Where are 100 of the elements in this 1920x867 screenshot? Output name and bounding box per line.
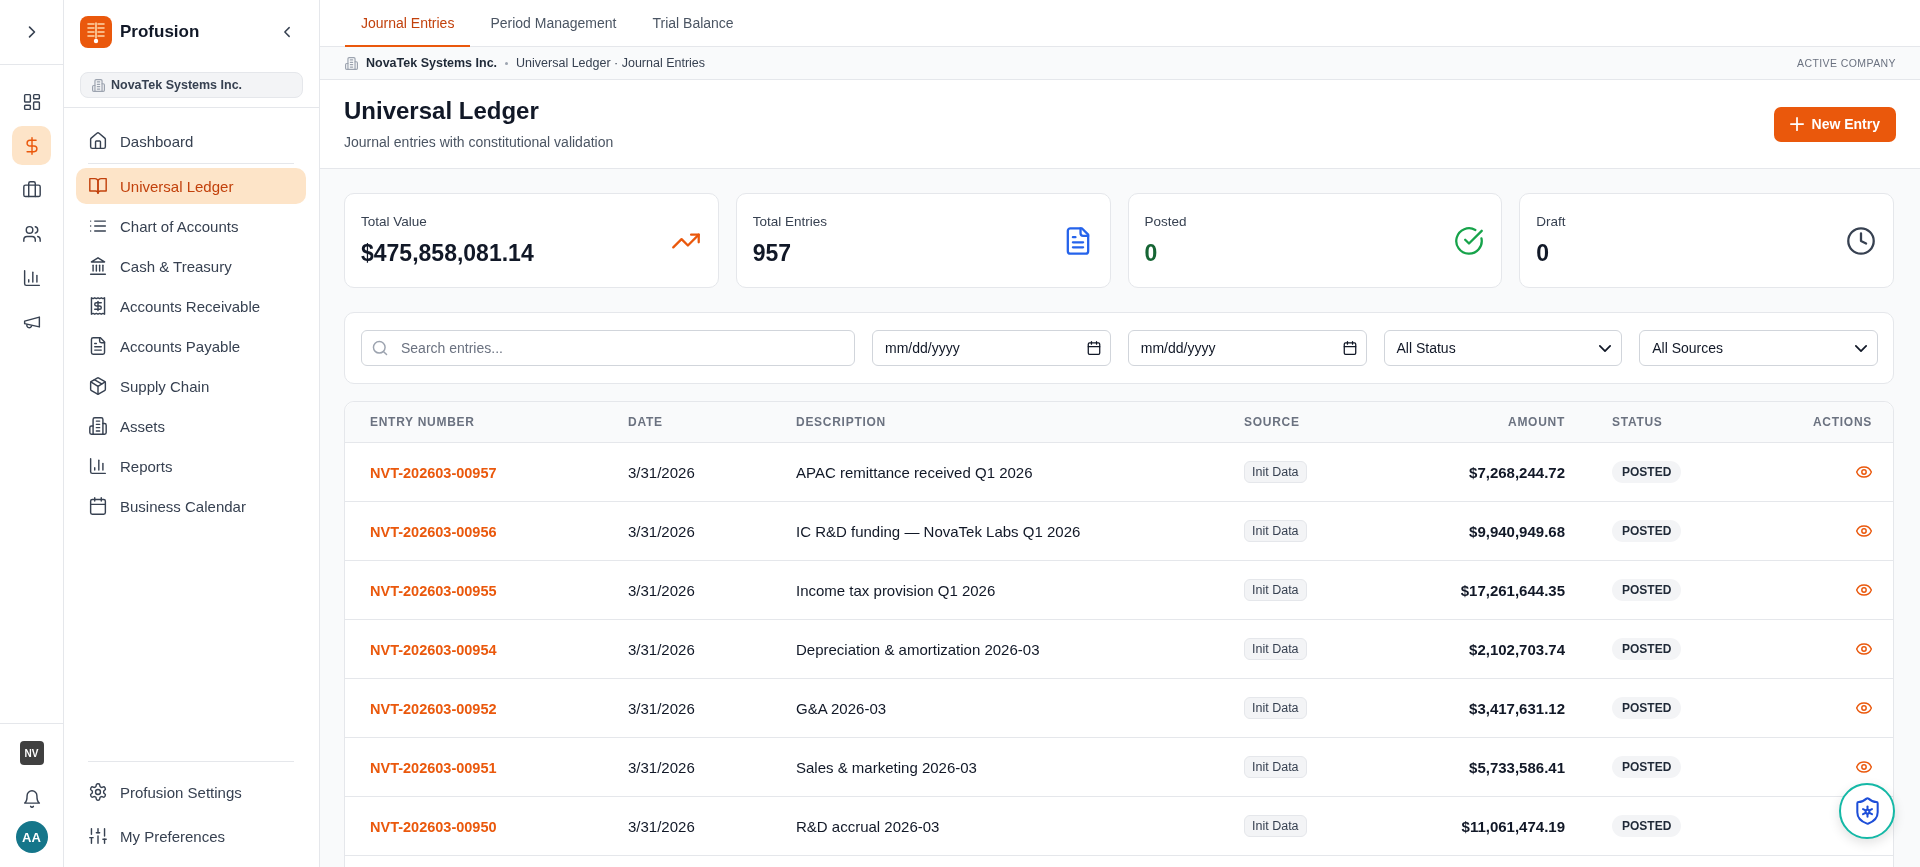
- users-icon: [22, 224, 41, 243]
- chevron-down-icon: [1855, 344, 1867, 352]
- entry-amount: $11,061,474.19: [1461, 817, 1565, 835]
- column-header: STATUS: [1612, 415, 1663, 429]
- column-header: DATE: [628, 415, 663, 429]
- entry-date: 3/31/2026: [628, 463, 695, 481]
- nav-item[interactable]: Reports: [76, 448, 306, 484]
- building-icon: [345, 56, 358, 70]
- sliders-icon: [89, 827, 107, 845]
- view-button[interactable]: [1856, 700, 1872, 716]
- entry-description: Sales & marketing 2026-03: [796, 758, 977, 776]
- entry-description: G&A 2026-03: [796, 699, 887, 717]
- list-icon: [89, 217, 107, 235]
- entry-amount: $7,268,244.72: [1469, 463, 1565, 481]
- status-dropdown[interactable]: All Status: [1383, 330, 1623, 366]
- calendar-icon: [89, 497, 107, 515]
- nav-item[interactable]: Business Calendar: [76, 488, 306, 524]
- stat-value: 0: [1144, 238, 1159, 268]
- status-badge: POSTED: [1612, 697, 1682, 719]
- nav-item[interactable]: Accounts Receivable: [76, 288, 306, 324]
- tab[interactable]: Period Management: [474, 0, 633, 47]
- building-icon: [92, 78, 105, 92]
- date-field[interactable]: mm/dd/yyyy: [872, 330, 1111, 366]
- company-badge[interactable]: NV: [19, 741, 44, 765]
- company-chip[interactable]: NovaTek Systems Inc.: [80, 72, 303, 98]
- search-icon: [372, 340, 388, 356]
- entry-description: Income tax provision Q1 2026: [796, 581, 996, 599]
- entry-description: R&D accrual 2026-03: [796, 817, 940, 835]
- view-button[interactable]: [1856, 582, 1872, 598]
- source-tag: Init Data: [1244, 697, 1307, 719]
- logo-icon: [80, 16, 112, 48]
- search-field[interactable]: Search entries...: [361, 330, 855, 366]
- briefcase-icon: [22, 180, 41, 199]
- nav-item[interactable]: Profusion Settings: [76, 774, 306, 810]
- column-header: ACTIONS: [1812, 415, 1872, 429]
- calendar-icon: [1342, 341, 1357, 355]
- notifications-button[interactable]: [22, 790, 41, 808]
- tab[interactable]: Trial Balance: [636, 0, 750, 47]
- entry-amount: $5,733,586.41: [1469, 758, 1565, 776]
- new-entry-button[interactable]: New Entry: [1773, 106, 1896, 142]
- breadcrumb-path: Universal Ledger · Journal Entries: [516, 56, 706, 70]
- status-badge: POSTED: [1612, 815, 1682, 837]
- separator-dot-icon: [505, 61, 509, 65]
- entry-amount: $3,417,631.12: [1469, 699, 1565, 717]
- nav-item[interactable]: My Preferences: [76, 818, 306, 854]
- nav-item[interactable]: Accounts Payable: [76, 328, 306, 364]
- status-badge: POSTED: [1612, 579, 1682, 601]
- bell-icon: [22, 790, 41, 808]
- view-button[interactable]: [1856, 464, 1872, 480]
- column-header: DESCRIPTION: [796, 415, 886, 429]
- bar-chart-icon: [89, 457, 107, 475]
- eye-icon: [1856, 523, 1872, 539]
- entry-link[interactable]: NVT-202603-00957: [370, 464, 497, 481]
- entry-link[interactable]: NVT-202603-00955: [370, 582, 497, 599]
- view-button[interactable]: [1856, 523, 1872, 539]
- eye-icon: [1856, 759, 1872, 775]
- page-subtitle: Journal entries with constitutional validation: [344, 133, 614, 152]
- eye-icon: [1856, 464, 1872, 480]
- source-tag: Init Data: [1244, 579, 1307, 601]
- status-badge: POSTED: [1612, 520, 1682, 542]
- nav-item[interactable]: Chart of Accounts: [76, 208, 306, 244]
- entry-amount: $2,102,703.74: [1469, 640, 1565, 658]
- entry-date: 3/31/2026: [628, 522, 695, 540]
- eye-icon: [1856, 582, 1872, 598]
- entry-link[interactable]: NVT-202603-00950: [370, 818, 497, 835]
- calendar-icon: [1086, 341, 1101, 355]
- nav-item[interactable]: Dashboard: [76, 123, 306, 159]
- entry-link[interactable]: NVT-202603-00952: [370, 700, 497, 717]
- source-tag: Init Data: [1244, 520, 1307, 542]
- view-button[interactable]: [1856, 641, 1872, 657]
- nav-item[interactable]: Cash & Treasury: [76, 248, 306, 284]
- column-header: ENTRY NUMBER: [370, 415, 475, 429]
- bar-chart-icon: [22, 268, 41, 287]
- receipt-icon: [89, 297, 107, 315]
- house-icon: [89, 132, 107, 150]
- check-circle-icon: [1455, 226, 1484, 255]
- entry-link[interactable]: NVT-202603-00956: [370, 523, 497, 540]
- entry-date: 3/31/2026: [628, 581, 695, 599]
- source-dropdown[interactable]: All Sources: [1639, 330, 1878, 366]
- date-field[interactable]: mm/dd/yyyy: [1127, 330, 1367, 366]
- source-tag: Init Data: [1244, 638, 1307, 660]
- entry-description: APAC remittance received Q1 2026: [796, 463, 1033, 481]
- entry-link[interactable]: NVT-202603-00954: [370, 641, 497, 658]
- eye-icon: [1856, 641, 1872, 657]
- company-name: NovaTek Systems Inc.: [111, 78, 243, 92]
- entry-link[interactable]: NVT-202603-00951: [370, 759, 497, 776]
- nav-item[interactable]: Assets: [76, 408, 306, 444]
- source-tag: Init Data: [1244, 461, 1307, 483]
- nav-item[interactable]: Universal Ledger: [76, 168, 306, 204]
- eye-icon: [1856, 700, 1872, 716]
- user-avatar[interactable]: AA: [15, 821, 48, 853]
- breadcrumb-company: NovaTek Systems Inc.: [366, 56, 498, 70]
- active-company-label: ACTIVE COMPANY: [1796, 57, 1896, 69]
- stat-label: Posted: [1144, 213, 1188, 230]
- bank-icon: [89, 257, 107, 275]
- entry-amount: $17,261,644.35: [1460, 581, 1565, 599]
- view-button[interactable]: [1856, 759, 1872, 775]
- nav-item[interactable]: Supply Chain: [76, 368, 306, 404]
- grid-icon: [22, 92, 41, 111]
- stat-value: 0: [1536, 238, 1551, 268]
